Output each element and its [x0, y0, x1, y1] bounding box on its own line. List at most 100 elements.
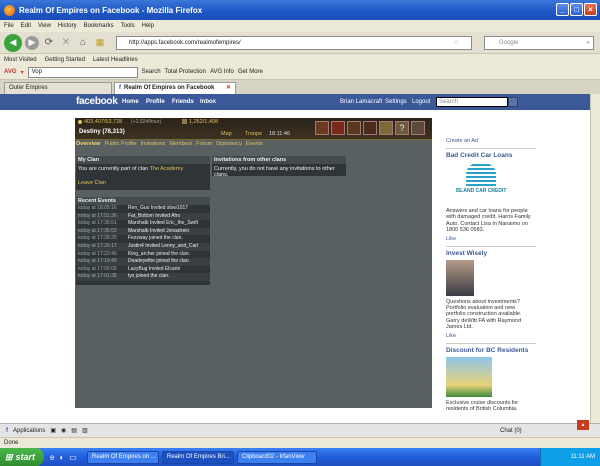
tab-overview[interactable]: Overview — [76, 141, 100, 150]
fb-search-input[interactable]: Search — [436, 97, 508, 107]
fb-nav-profile[interactable]: Profile — [146, 99, 165, 105]
tab-public-profile[interactable]: Public Profile — [104, 141, 136, 150]
search-icon[interactable]: ⌕ — [587, 37, 590, 49]
scroll-icon[interactable] — [315, 121, 329, 135]
fb-quick-icon-4[interactable]: ▥ — [82, 427, 88, 434]
village-name[interactable]: Destiny (78,313) — [79, 129, 125, 135]
start-label: start — [15, 452, 36, 462]
bookmark-most-visited[interactable]: Most Visited — [4, 57, 37, 63]
bookmark-getting-started[interactable]: Getting Started — [45, 57, 85, 63]
menu-file[interactable]: File — [4, 23, 14, 29]
ad-text: Answers and car loans for people with da… — [446, 208, 531, 234]
window-title: Realm Of Empires on Facebook - Mozilla F… — [19, 5, 203, 15]
tab-diplomacy[interactable]: Diplomacy — [216, 141, 242, 150]
clan-name-link[interactable]: The Academy — [150, 166, 184, 172]
ad-image-cruise[interactable] — [446, 356, 492, 397]
ad-image-advisor-photo[interactable] — [446, 259, 474, 296]
settings-icon[interactable] — [411, 121, 425, 135]
ad-title[interactable]: Invest Wisely — [446, 250, 536, 257]
avg-search-input[interactable]: Vop — [27, 66, 138, 78]
fb-quick-icon-2[interactable]: ◉ — [61, 427, 66, 434]
forward-button[interactable]: ▶ — [25, 35, 39, 50]
addon-icon[interactable]: ▦ — [93, 36, 107, 50]
tab-invitations[interactable]: Invitations — [141, 141, 166, 150]
task-item-realm-1[interactable]: Realm Of Empires on ... — [86, 450, 159, 464]
island-logo-icon — [466, 162, 496, 186]
menu-edit[interactable]: Edit — [21, 23, 31, 29]
home-icon[interactable]: ⌂ — [76, 36, 90, 50]
url-bar[interactable]: http://apps.facebook.com/realmofempires/… — [116, 36, 472, 50]
tab-members[interactable]: Members — [169, 141, 192, 150]
tab-events[interactable]: Events — [246, 141, 263, 150]
avg-get-more[interactable]: Get More — [238, 69, 263, 75]
fb-search-button[interactable] — [508, 97, 518, 107]
fb-settings-link[interactable]: Settings — [385, 99, 407, 105]
map-link[interactable]: Map — [221, 131, 232, 137]
task-item-irfanview[interactable]: Clipboard02 - IrfanView — [236, 450, 317, 464]
ad-text: Questions about investments? Portfolio e… — [446, 298, 522, 331]
fb-quick-icon-1[interactable]: ▣ — [50, 427, 56, 434]
start-button[interactable]: ⊞ start — [0, 448, 44, 466]
ad-divider — [446, 245, 536, 247]
fb-nav-inbox[interactable]: Inbox — [200, 99, 216, 105]
menu-bookmarks[interactable]: Bookmarks — [84, 23, 114, 29]
fb-notification-icon[interactable]: ▲ — [577, 420, 589, 430]
tab-close-icon[interactable]: ✕ — [226, 83, 231, 94]
menu-help[interactable]: Help — [142, 23, 154, 29]
fb-nav-friends[interactable]: Friends — [172, 99, 194, 105]
back-button[interactable]: ◀ — [4, 33, 22, 52]
tab-forum[interactable]: Forum — [196, 141, 212, 150]
maximize-button[interactable]: □ — [570, 3, 583, 16]
create-ad-link[interactable]: Create an Ad — [446, 138, 536, 144]
fb-user-name[interactable]: Brian Lamacraft — [340, 99, 382, 105]
ad-like-button[interactable]: Like — [446, 333, 536, 339]
close-button[interactable]: × — [584, 3, 597, 16]
menu-view[interactable]: View — [38, 23, 51, 29]
menu-history[interactable]: History — [58, 23, 77, 29]
help-icon[interactable]: ? — [395, 121, 409, 135]
tab-realm-of-empires[interactable]: f Realm Of Empires on Facebook ✕ — [114, 82, 236, 94]
fb-logout-link[interactable]: Logout — [412, 99, 430, 105]
minimize-button[interactable]: _ — [556, 3, 569, 16]
quicklaunch-ie-icon[interactable]: e — [50, 453, 54, 462]
bookmark-star-icon[interactable]: ☆ — [454, 37, 459, 49]
avg-search-button[interactable]: Search — [142, 69, 161, 75]
stop-icon[interactable]: ✕ — [59, 36, 73, 50]
troops-link[interactable]: Troops — [245, 131, 262, 137]
ad-like-button[interactable]: Like — [446, 236, 536, 242]
fb-applications-link[interactable]: Applications — [13, 428, 45, 434]
facebook-logo[interactable]: facebook — [76, 96, 118, 107]
ad-image-island-car-credit[interactable]: ISLAND CAR CREDIT — [456, 162, 506, 208]
google-search-input[interactable]: Google ⌕ — [484, 36, 594, 50]
avg-info[interactable]: AVG Info — [210, 69, 234, 75]
ad-title[interactable]: Discount for BC Residents — [446, 347, 536, 354]
quill-icon[interactable] — [363, 121, 377, 135]
task-item-realm-2[interactable]: Realm Of Empires Bri... — [161, 450, 234, 464]
event-time: today at 17:28:25 — [78, 235, 117, 242]
shield-icon[interactable] — [331, 121, 345, 135]
bookmark-latest-headlines[interactable]: Latest Headlines — [93, 57, 138, 63]
event-row: today at 17:35:52 Marshalb Invited Jonast… — [76, 227, 210, 236]
avg-dropdown-icon[interactable]: ▾ — [21, 69, 24, 76]
reload-icon[interactable]: ⟳ — [42, 36, 56, 50]
fb-apps-icon[interactable]: f — [6, 428, 8, 434]
avg-total-protection[interactable]: Total Protection — [165, 69, 206, 75]
vertical-scrollbar[interactable] — [590, 94, 600, 423]
event-list: today at 18:05:16 Ren_Guo Invited slow101… — [76, 205, 210, 281]
fb-nav-home[interactable]: Home — [122, 99, 139, 105]
coins-rate: (+2,024/hour) — [131, 119, 162, 125]
quicklaunch-desktop-icon[interactable]: ▭ — [69, 453, 77, 462]
quicklaunch-firefox-icon[interactable]: ◐ — [59, 453, 64, 462]
tab-outer-empires[interactable]: Outer Empires — [4, 82, 112, 94]
leave-clan-link[interactable]: Leave Clan — [76, 178, 210, 188]
fb-quick-icon-3[interactable]: ▤ — [71, 427, 77, 434]
ad-title[interactable]: Bad Credit Car Loans — [446, 152, 536, 159]
book-icon[interactable] — [347, 121, 361, 135]
fb-chat-button[interactable]: Chat (0) — [500, 428, 522, 434]
event-text: Marshalb Invited Jonastrein — [128, 227, 190, 234]
menu-tools[interactable]: Tools — [121, 23, 135, 29]
food-icon — [182, 119, 187, 124]
google-search-placeholder: Google — [499, 40, 519, 46]
chest-icon[interactable] — [379, 121, 393, 135]
event-time: today at 17:22:40 — [78, 250, 117, 257]
